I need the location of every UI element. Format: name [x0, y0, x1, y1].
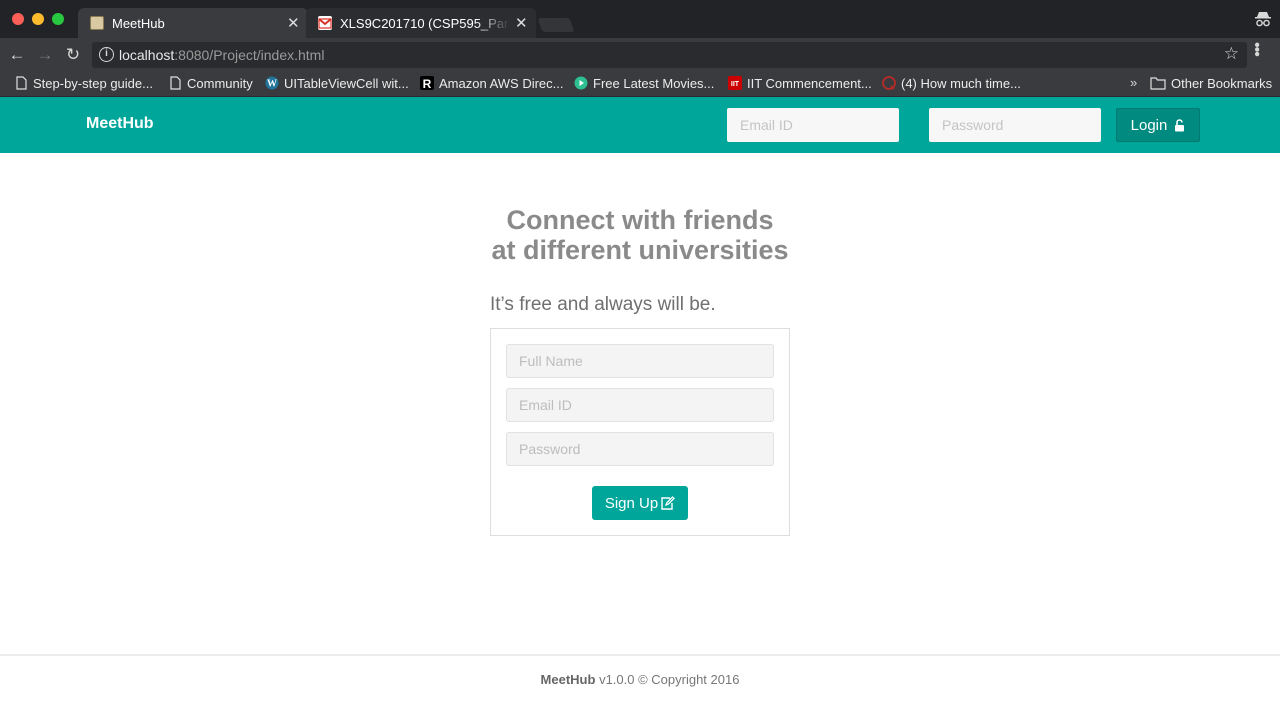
- footer-copyright: MeetHub v1.0.0 © Copyright 2016: [0, 672, 1280, 687]
- svg-text:W: W: [267, 79, 277, 90]
- hero-headline: Connect with friends at different univer…: [440, 205, 840, 265]
- full-name-input[interactable]: [506, 344, 774, 378]
- incognito-icon: [1255, 12, 1271, 27]
- more-bookmarks-icon[interactable]: »: [1130, 75, 1137, 90]
- info-icon[interactable]: i: [99, 47, 114, 62]
- minimize-window-button[interactable]: [32, 13, 44, 25]
- footer-brand: MeetHub: [540, 672, 596, 687]
- meethub-favicon-icon: [90, 16, 104, 30]
- tab-title: MeetHub: [112, 16, 165, 31]
- forward-arrow-icon[interactable]: →: [34, 44, 56, 66]
- browser-toolbar: ← → ↻ i localhost:8080/Project/index.htm…: [0, 38, 1280, 72]
- back-arrow-icon[interactable]: ←: [6, 44, 28, 66]
- hero-line-2: at different universities: [491, 235, 789, 265]
- iit-icon: IIT: [728, 76, 742, 90]
- edit-icon: [661, 496, 676, 510]
- new-tab-button[interactable]: [537, 18, 575, 32]
- svg-text:IIT: IIT: [731, 81, 740, 88]
- bookmark-item[interactable]: Free Latest Movies...: [574, 76, 714, 94]
- site-navbar: MeetHub Login: [0, 97, 1280, 153]
- bookmark-item[interactable]: IIT IIT Commencement...: [728, 76, 872, 94]
- signup-password-input[interactable]: [506, 432, 774, 466]
- play-icon: [574, 76, 588, 90]
- bookmark-item[interactable]: (4) How much time...: [882, 76, 1021, 94]
- browser-menu-icon[interactable]: •••: [1244, 42, 1268, 56]
- login-button-label: Login: [1130, 116, 1168, 134]
- quora-icon: [882, 76, 896, 90]
- gmail-favicon-icon: [318, 16, 332, 30]
- other-bookmarks[interactable]: Other Bookmarks: [1150, 76, 1272, 94]
- reload-icon[interactable]: ↻: [62, 44, 84, 66]
- close-tab-icon[interactable]: ✕: [515, 14, 528, 32]
- page-icon: [16, 76, 27, 90]
- svg-text:R: R: [423, 77, 432, 90]
- bookmark-item[interactable]: R Amazon AWS Direc...: [420, 76, 564, 94]
- tab-gmail[interactable]: XLS9C201710 (CSP595_Pare ✕: [306, 8, 536, 38]
- signup-email-input[interactable]: [506, 388, 774, 422]
- hero-tagline: It’s free and always will be.: [490, 294, 716, 315]
- bookmark-item[interactable]: Community: [168, 76, 253, 94]
- url-text[interactable]: localhost:8080/Project/index.html: [119, 47, 324, 63]
- sign-up-button-label: Sign Up: [604, 494, 659, 512]
- maximize-window-button[interactable]: [52, 13, 64, 25]
- folder-icon: [1150, 77, 1166, 90]
- r-icon: R: [420, 76, 434, 90]
- bookmark-item[interactable]: Step-by-step guide...: [14, 76, 153, 94]
- browser-tab-bar: MeetHub ✕ XLS9C201710 (CSP595_Pare ✕: [0, 0, 1280, 38]
- sign-up-button[interactable]: Sign Up: [592, 486, 688, 520]
- unlock-icon: [1175, 118, 1185, 131]
- close-window-button[interactable]: [12, 13, 24, 25]
- footer-version: v1.0.0 © Copyright 2016: [599, 672, 740, 687]
- close-tab-icon[interactable]: ✕: [287, 14, 300, 32]
- login-password-input[interactable]: [929, 108, 1101, 142]
- login-button[interactable]: Login: [1116, 108, 1200, 142]
- tab-title: XLS9C201710 (CSP595_Pare: [340, 16, 510, 31]
- bookmark-item[interactable]: W UITableViewCell wit...: [265, 76, 409, 94]
- bookmarks-bar: Step-by-step guide... Community W UITable…: [0, 72, 1280, 97]
- site-footer: MeetHub v1.0.0 © Copyright 2016: [0, 654, 1280, 702]
- bookmark-star-icon[interactable]: ☆: [1224, 44, 1239, 64]
- address-bar[interactable]: i localhost:8080/Project/index.html ☆: [92, 42, 1247, 68]
- hero-line-1: Connect with friends: [506, 205, 774, 235]
- page-icon: [170, 76, 181, 90]
- wordpress-icon: W: [265, 76, 279, 90]
- brand-logo[interactable]: MeetHub: [86, 115, 154, 133]
- signup-form: Sign Up: [490, 328, 790, 536]
- tab-meethub[interactable]: MeetHub ✕: [78, 8, 308, 38]
- login-email-input[interactable]: [727, 108, 899, 142]
